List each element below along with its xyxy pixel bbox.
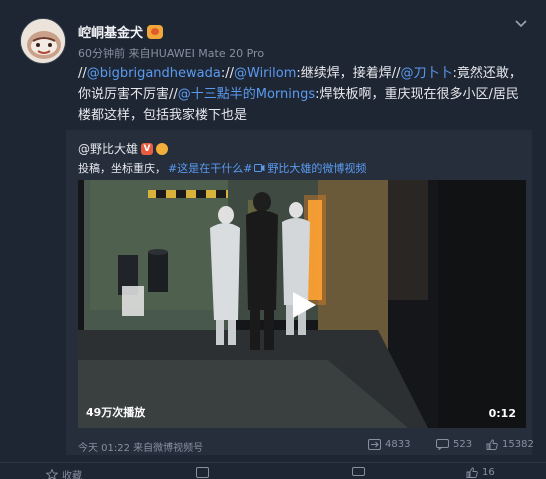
repost-icon: [196, 467, 209, 478]
user-avatar[interactable]: [20, 18, 66, 64]
like-icon: [466, 467, 478, 478]
play-icon[interactable]: [288, 290, 318, 320]
weibo-post-card: 崆峒基金犬 60分钟前 来自HUAWEI Mate 20 Pro //@bigb…: [0, 0, 546, 479]
verified-badge-icon: V: [141, 142, 154, 155]
mention-link[interactable]: @刀卜卜: [401, 66, 453, 81]
comment-action[interactable]: 523: [436, 439, 472, 450]
like-button-count: 16: [482, 467, 495, 478]
sun-badge-icon: [156, 142, 169, 155]
comment-button[interactable]: [352, 467, 365, 478]
mention-link[interactable]: @十三點半的Mornings: [178, 87, 315, 102]
vip-badge-icon: [147, 24, 164, 39]
mention-link[interactable]: @bigbrigandhewada: [87, 66, 221, 81]
comment-icon: [352, 467, 365, 476]
video-duration: 0:12: [488, 407, 516, 420]
original-text-prefix: 投稿，坐标重庆，: [78, 162, 166, 175]
username[interactable]: 崆峒基金犬: [78, 22, 164, 41]
original-author-name[interactable]: @野比大雄: [78, 140, 138, 157]
mention-link[interactable]: @Wirilom: [234, 66, 296, 81]
post-text: //@bigbrigandhewada://@Wirilom:继续焊，接着焊//…: [78, 63, 528, 126]
post-meta: 60分钟前 来自HUAWEI Mate 20 Pro: [78, 47, 265, 60]
repost-count: 4833: [385, 439, 411, 450]
original-text: 投稿，坐标重庆， #这是在干什么# 野比大雄的微博视频: [78, 160, 366, 176]
username-text[interactable]: 崆峒基金犬: [78, 22, 143, 41]
video-view-count: 49万次播放: [86, 406, 146, 419]
comment-icon: [436, 439, 449, 450]
post-action-bar: 收藏 16: [0, 462, 546, 479]
video-player[interactable]: 49万次播放 0:12: [78, 180, 526, 428]
original-footer: 今天 01:22 来自微博视频号 4833 523 15382: [78, 439, 534, 455]
text-segment: :继续焊，接着焊//: [296, 66, 401, 81]
repost-action[interactable]: 4833: [368, 439, 410, 450]
video-link-icon: [254, 164, 265, 172]
original-timestamp: 今天 01:22 来自微博视频号: [78, 443, 204, 454]
reposted-content: @野比大雄 V 投稿，坐标重庆， #这是在干什么# 野比大雄的微博视频 49万次…: [66, 130, 534, 455]
comment-count: 523: [453, 439, 473, 450]
text-segment: //: [78, 66, 87, 81]
repost-icon: [368, 439, 381, 450]
star-icon: [46, 469, 58, 479]
text-segment: ://: [220, 66, 234, 81]
video-link-label[interactable]: 野比大雄的微博视频: [267, 160, 366, 176]
chevron-down-icon[interactable]: [512, 14, 530, 32]
favorite-action[interactable]: 收藏: [46, 467, 82, 479]
video-link[interactable]: 野比大雄的微博视频: [254, 160, 366, 176]
like-action[interactable]: 15382: [486, 439, 534, 450]
like-icon: [486, 439, 498, 450]
hashtag-link[interactable]: #这是在干什么#: [168, 160, 252, 176]
favorite-label: 收藏: [62, 471, 82, 479]
avatar-image: [21, 19, 65, 63]
repost-button[interactable]: [196, 467, 209, 478]
like-button[interactable]: 16: [466, 467, 495, 478]
original-author[interactable]: @野比大雄 V: [78, 140, 169, 157]
like-count: 15382: [502, 439, 534, 450]
